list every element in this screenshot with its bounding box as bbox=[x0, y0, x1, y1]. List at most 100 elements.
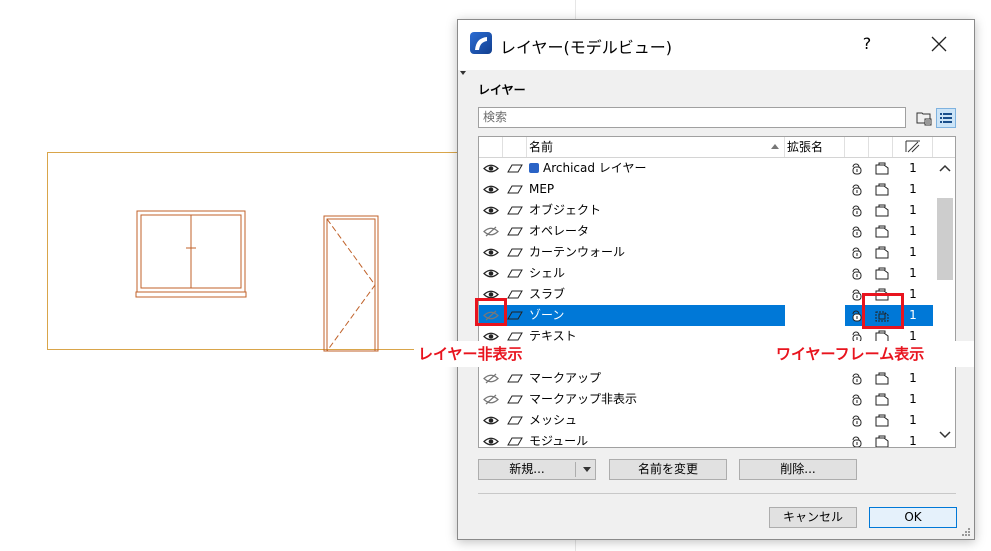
lock-toggle[interactable] bbox=[505, 284, 525, 305]
cancel-button[interactable]: キャンセル bbox=[769, 507, 857, 528]
layer-name[interactable]: モジュール bbox=[529, 431, 783, 447]
vertical-scrollbar[interactable] bbox=[935, 158, 955, 447]
ok-button[interactable]: OK bbox=[869, 507, 957, 528]
lock-toggle[interactable] bbox=[505, 368, 525, 389]
header-name[interactable]: 名前 bbox=[527, 137, 785, 157]
layer-extension[interactable] bbox=[785, 389, 845, 410]
view-mode-toggle[interactable] bbox=[873, 221, 891, 242]
header-visibility[interactable] bbox=[479, 137, 503, 157]
protect-toggle[interactable] bbox=[849, 200, 867, 221]
layer-row[interactable]: モジュール 1 bbox=[479, 431, 933, 447]
protect-toggle[interactable] bbox=[849, 410, 867, 431]
layer-extension[interactable] bbox=[785, 221, 845, 242]
layer-extension[interactable] bbox=[785, 410, 845, 431]
visibility-toggle[interactable] bbox=[481, 179, 501, 200]
protect-toggle[interactable] bbox=[849, 221, 867, 242]
protect-toggle[interactable] bbox=[849, 242, 867, 263]
layer-extension[interactable] bbox=[785, 284, 845, 305]
resize-grip-icon[interactable] bbox=[961, 527, 971, 537]
layer-name[interactable]: マークアップ bbox=[529, 368, 783, 389]
protect-toggle[interactable] bbox=[849, 431, 867, 447]
header-view-mode[interactable] bbox=[869, 137, 893, 157]
lock-toggle[interactable] bbox=[505, 179, 525, 200]
protect-toggle[interactable] bbox=[849, 263, 867, 284]
close-button[interactable] bbox=[924, 30, 954, 58]
layer-extension[interactable] bbox=[785, 242, 845, 263]
lock-toggle[interactable] bbox=[505, 221, 525, 242]
visibility-toggle[interactable] bbox=[481, 242, 501, 263]
search-input[interactable] bbox=[479, 108, 887, 126]
intersection-group-number[interactable]: 1 bbox=[893, 431, 933, 447]
visibility-toggle[interactable] bbox=[481, 389, 501, 410]
protect-toggle[interactable] bbox=[849, 368, 867, 389]
lock-toggle[interactable] bbox=[505, 242, 525, 263]
protect-toggle[interactable] bbox=[849, 179, 867, 200]
layer-extension[interactable] bbox=[785, 179, 845, 200]
scroll-down-button[interactable] bbox=[935, 426, 955, 444]
lock-toggle[interactable] bbox=[505, 410, 525, 431]
layer-row[interactable]: マークアップ非表示 1 bbox=[479, 389, 933, 410]
view-mode-toggle[interactable] bbox=[873, 389, 891, 410]
layer-name[interactable]: オペレータ bbox=[529, 221, 783, 242]
layer-extension[interactable] bbox=[785, 158, 845, 179]
layer-name[interactable]: シェル bbox=[529, 263, 783, 284]
help-button[interactable]: ? bbox=[852, 30, 882, 58]
layer-name[interactable]: マークアップ非表示 bbox=[529, 389, 783, 410]
layer-name[interactable]: ゾーン bbox=[529, 305, 783, 326]
protect-toggle[interactable] bbox=[849, 389, 867, 410]
layer-row[interactable]: Archicad レイヤー 1 bbox=[479, 158, 933, 179]
view-mode-toggle[interactable] bbox=[873, 242, 891, 263]
layer-row[interactable]: MEP 1 bbox=[479, 179, 933, 200]
visibility-toggle[interactable] bbox=[481, 368, 501, 389]
layer-name[interactable]: スラブ bbox=[529, 284, 783, 305]
protect-toggle[interactable] bbox=[849, 158, 867, 179]
view-mode-toggle[interactable] bbox=[873, 263, 891, 284]
lock-toggle[interactable] bbox=[505, 200, 525, 221]
view-mode-toggle[interactable] bbox=[873, 410, 891, 431]
lock-toggle[interactable] bbox=[505, 158, 525, 179]
layer-row[interactable]: メッシュ 1 bbox=[479, 410, 933, 431]
view-mode-toggle[interactable] bbox=[873, 431, 891, 447]
lock-toggle[interactable] bbox=[505, 431, 525, 447]
header-protect[interactable] bbox=[845, 137, 869, 157]
layer-extension[interactable] bbox=[785, 200, 845, 221]
layer-name[interactable]: カーテンウォール bbox=[529, 242, 783, 263]
intersection-group-number[interactable]: 1 bbox=[893, 368, 933, 389]
visibility-toggle[interactable] bbox=[481, 431, 501, 447]
intersection-group-number[interactable]: 1 bbox=[893, 200, 933, 221]
visibility-toggle[interactable] bbox=[481, 221, 501, 242]
layer-row[interactable]: シェル 1 bbox=[479, 263, 933, 284]
intersection-group-number[interactable]: 1 bbox=[893, 410, 933, 431]
intersection-group-number[interactable]: 1 bbox=[893, 221, 933, 242]
list-view-button[interactable] bbox=[936, 108, 956, 128]
intersection-group-number[interactable]: 1 bbox=[893, 389, 933, 410]
layer-row[interactable]: マークアップ 1 bbox=[479, 368, 933, 389]
view-mode-toggle[interactable] bbox=[873, 179, 891, 200]
search-box[interactable] bbox=[478, 107, 906, 128]
lock-toggle[interactable] bbox=[505, 305, 525, 326]
visibility-toggle[interactable] bbox=[481, 263, 501, 284]
view-mode-toggle[interactable] bbox=[873, 200, 891, 221]
header-lock[interactable] bbox=[503, 137, 527, 157]
intersection-group-number[interactable]: 1 bbox=[893, 242, 933, 263]
view-mode-toggle[interactable] bbox=[873, 158, 891, 179]
layer-name[interactable]: Archicad レイヤー bbox=[529, 158, 783, 179]
scroll-up-button[interactable] bbox=[935, 160, 955, 178]
header-intersection-group[interactable] bbox=[893, 137, 933, 157]
layer-extension[interactable] bbox=[785, 368, 845, 389]
lock-toggle[interactable] bbox=[505, 389, 525, 410]
layer-row[interactable]: オペレータ 1 bbox=[479, 221, 933, 242]
intersection-group-number[interactable]: 1 bbox=[893, 263, 933, 284]
collapse-triangle-icon[interactable] bbox=[460, 71, 466, 75]
layer-row[interactable]: カーテンウォール 1 bbox=[479, 242, 933, 263]
layer-name[interactable]: メッシュ bbox=[529, 410, 783, 431]
layer-row[interactable]: オブジェクト 1 bbox=[479, 200, 933, 221]
layer-name[interactable]: オブジェクト bbox=[529, 200, 783, 221]
intersection-group-number[interactable]: 1 bbox=[893, 158, 933, 179]
new-layer-button[interactable]: 新規... bbox=[478, 459, 596, 480]
rename-button[interactable]: 名前を変更 bbox=[609, 459, 727, 480]
layer-extension[interactable] bbox=[785, 263, 845, 284]
visibility-toggle[interactable] bbox=[481, 158, 501, 179]
delete-button[interactable]: 削除... bbox=[739, 459, 857, 480]
visibility-toggle[interactable] bbox=[481, 410, 501, 431]
